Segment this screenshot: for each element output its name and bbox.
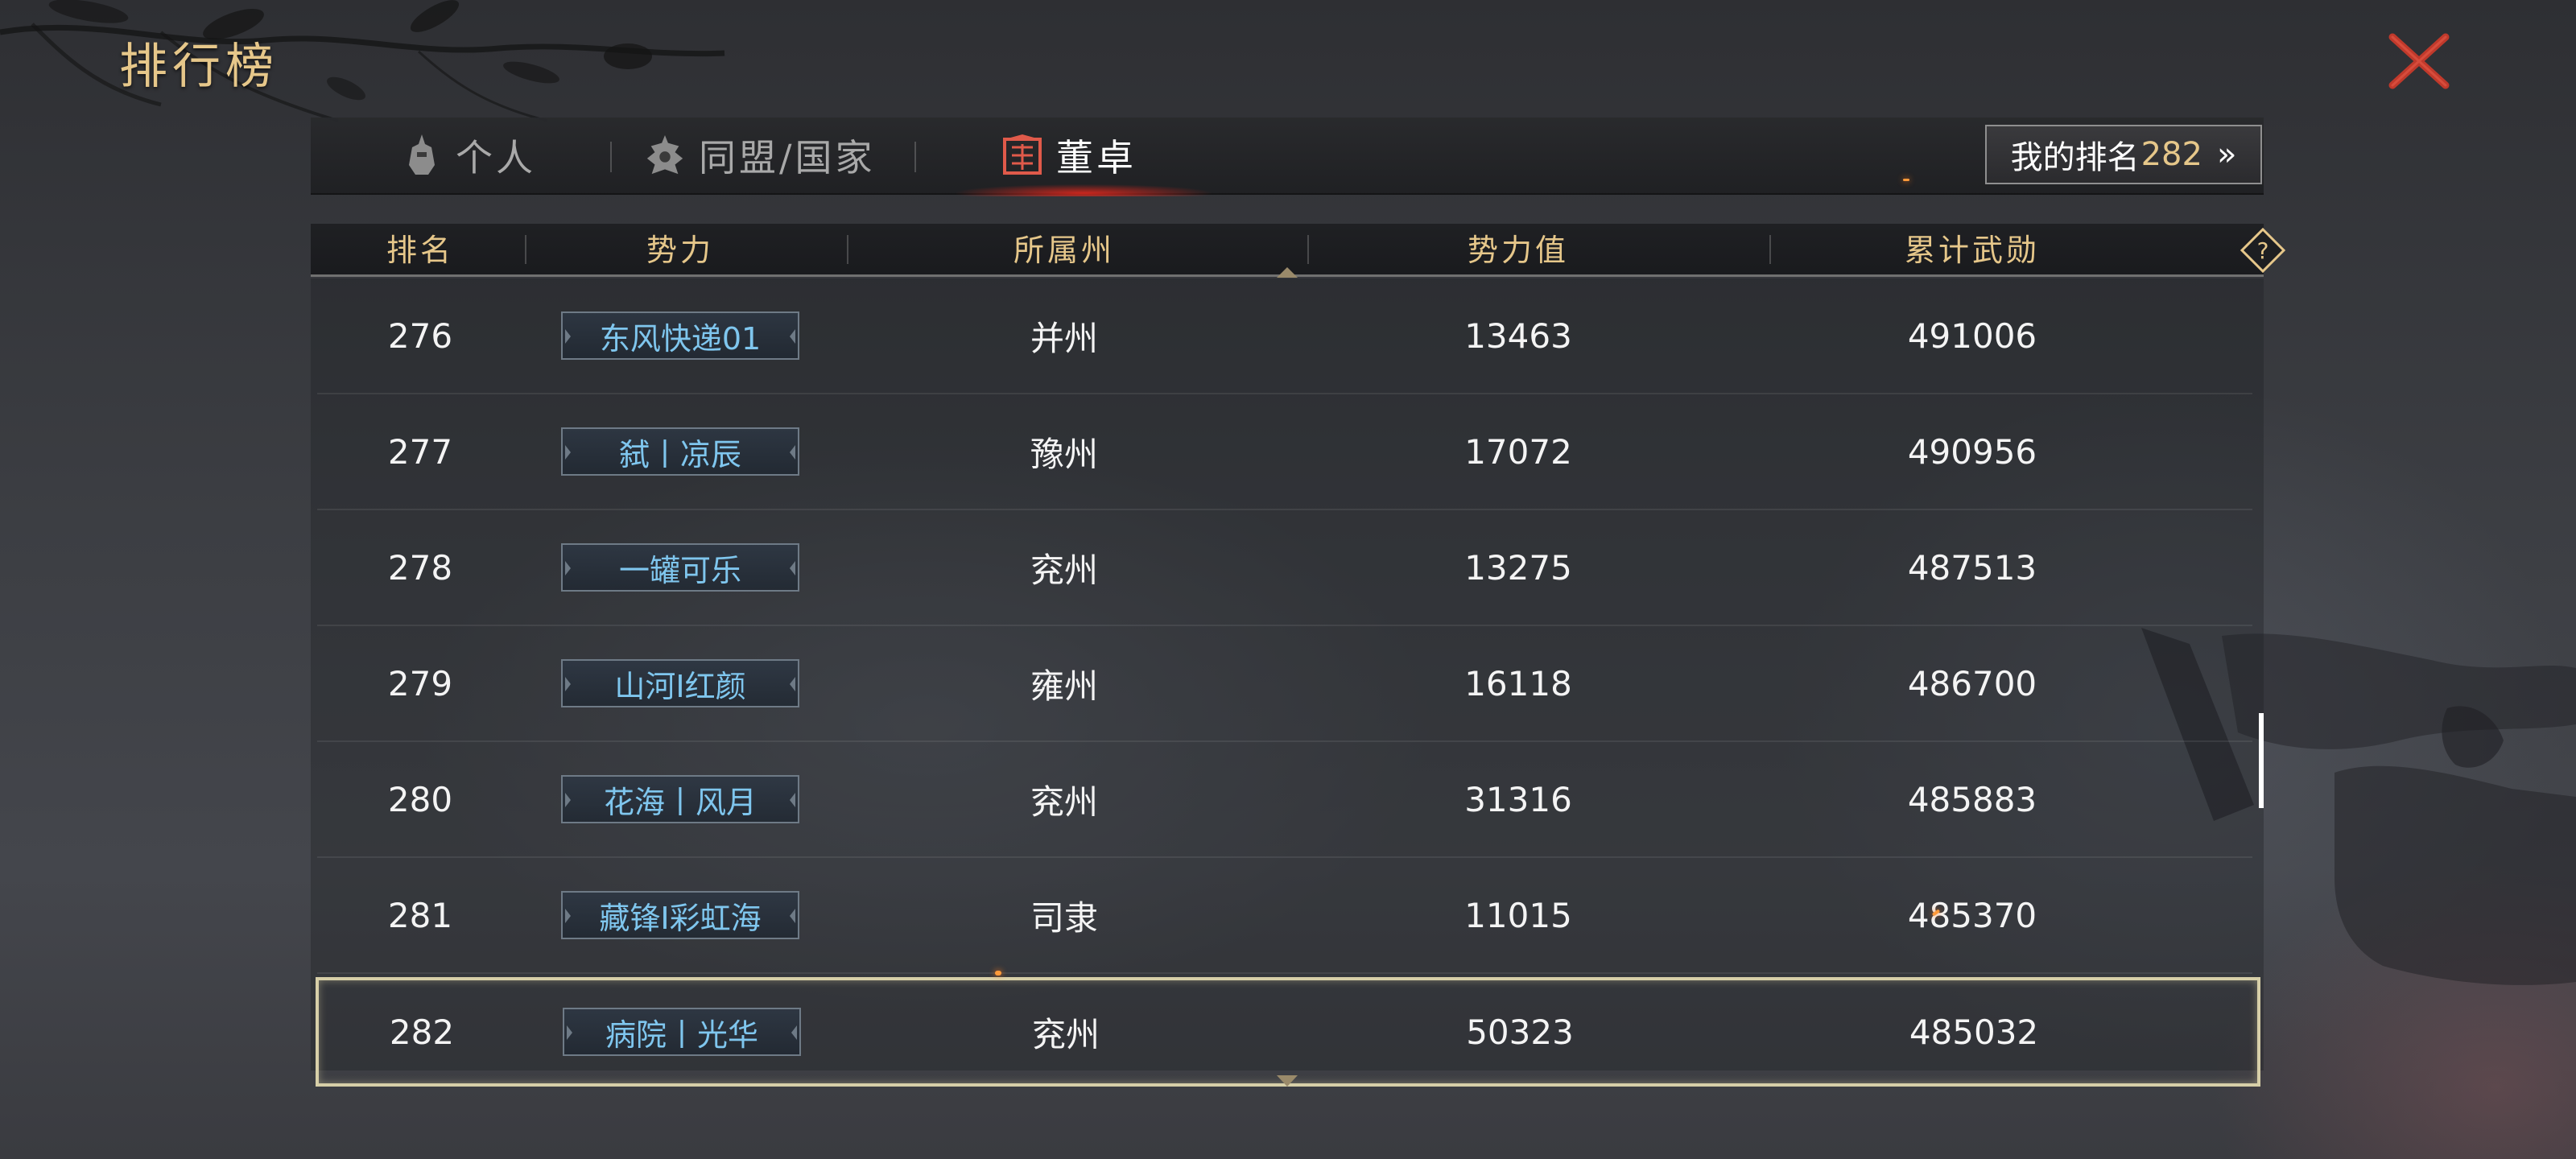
rank-cell: 282 <box>389 1012 455 1052</box>
tab-dongzhuo-label: 董卓 <box>1056 136 1137 179</box>
close-icon[interactable] <box>2383 29 2455 93</box>
power-value-cell: 17072 <box>1464 431 1572 472</box>
double-chevron-right-icon: » <box>2216 136 2237 173</box>
rank-cell: 278 <box>387 547 453 588</box>
power-value-cell: 13275 <box>1464 547 1572 588</box>
ranking-table[interactable]: 276 东风快递01 并州 13463 491006 277 弑丨凉辰 豫州 1… <box>311 278 2264 1087</box>
power-value-cell: 31316 <box>1464 779 1572 819</box>
help-icon-glyph: ? <box>2257 237 2269 264</box>
column-header-power-value: 势力值 <box>1467 233 1569 268</box>
tab-bar: 个人 同盟/国家 董卓 <box>311 118 2264 196</box>
faction-name-tag[interactable]: 山河I红颜 <box>561 659 799 707</box>
power-value-cell: 16118 <box>1464 663 1572 703</box>
my-rank-value: 282 <box>2140 136 2202 173</box>
tab-alliance-label: 同盟/国家 <box>699 136 876 179</box>
power-value-cell: 11015 <box>1464 895 1572 935</box>
state-cell: 兖州 <box>1031 1014 1100 1054</box>
column-header-merit: 累计武勋 <box>1904 233 2040 268</box>
tab-dongzhuo[interactable]: 董卓 <box>1001 118 1137 193</box>
helmet-icon <box>401 131 443 179</box>
column-header-rank: 排名 <box>386 233 454 268</box>
ember-spark-decoration <box>1903 179 1909 181</box>
scroll-up-arrow-icon <box>1277 267 1298 278</box>
state-cell: 并州 <box>1030 318 1098 358</box>
rank-cell: 281 <box>387 895 453 935</box>
help-icon[interactable]: ? <box>2240 227 2286 274</box>
faction-name-tag[interactable]: 藏锋I彩虹海 <box>561 891 799 939</box>
warship-icon <box>644 131 686 179</box>
tab-divider <box>610 142 612 172</box>
faction-cell: 弑丨凉辰 <box>523 394 837 509</box>
state-cell: 雍州 <box>1030 666 1098 706</box>
faction-cell: 东风快递01 <box>523 278 837 393</box>
my-rank-button[interactable]: 我的排名 282 » <box>1985 125 2262 184</box>
merit-cell: 485883 <box>1907 779 2037 819</box>
table-row[interactable]: 276 东风快递01 并州 13463 491006 <box>317 278 2252 394</box>
power-value-cell: 50323 <box>1466 1012 1574 1052</box>
rank-cell: 280 <box>387 779 453 819</box>
faction-name-tag[interactable]: 弑丨凉辰 <box>561 427 799 476</box>
scrollbar-thumb[interactable] <box>2259 713 2264 808</box>
merit-cell: 485032 <box>1909 1012 2039 1052</box>
merit-cell: 486700 <box>1907 663 2037 703</box>
faction-name-tag[interactable]: 病院丨光华 <box>563 1008 801 1056</box>
faction-cell: 一罐可乐 <box>523 510 837 625</box>
state-cell: 兖州 <box>1030 782 1098 822</box>
tab-personal[interactable]: 个人 <box>401 118 536 193</box>
faction-cell: 病院丨光华 <box>525 980 839 1083</box>
rank-cell: 279 <box>387 663 453 703</box>
faction-cell: 花海丨风月 <box>523 742 837 856</box>
faction-cell: 山河I红颜 <box>523 626 837 740</box>
merit-cell: 491006 <box>1907 316 2037 356</box>
rank-cell: 277 <box>387 431 453 472</box>
table-row-selected[interactable]: 282 病院丨光华 兖州 50323 485032 <box>316 977 2260 1087</box>
state-cell: 兖州 <box>1030 550 1098 590</box>
faction-name-tag[interactable]: 东风快递01 <box>561 311 799 360</box>
faction-name-tag[interactable]: 花海丨风月 <box>561 775 799 823</box>
tab-divider <box>914 142 916 172</box>
column-header-state: 所属州 <box>1013 233 1115 268</box>
faction-cell: 藏锋I彩虹海 <box>523 858 837 972</box>
power-value-cell: 13463 <box>1464 316 1572 356</box>
state-cell: 豫州 <box>1030 434 1098 474</box>
state-cell: 司隶 <box>1030 897 1098 938</box>
rank-cell: 276 <box>387 316 453 356</box>
table-row[interactable]: 279 山河I红颜 雍州 16118 486700 <box>317 626 2252 742</box>
tab-personal-label: 个人 <box>456 136 536 179</box>
table-row[interactable]: 278 一罐可乐 兖州 13275 487513 <box>317 510 2252 626</box>
faction-name-tag[interactable]: 一罐可乐 <box>561 543 799 592</box>
banner-icon <box>1001 131 1043 179</box>
ember-spark-decoration <box>995 971 1001 975</box>
page-title: 排行榜 <box>119 39 279 95</box>
scroll-down-arrow-icon <box>1277 1075 1298 1087</box>
merit-cell: 490956 <box>1907 431 2037 472</box>
table-row[interactable]: 277 弑丨凉辰 豫州 17072 490956 <box>317 394 2252 510</box>
merit-cell: 485370 <box>1907 895 2037 935</box>
table-row[interactable]: 281 藏锋I彩虹海 司隶 11015 485370 <box>317 858 2252 974</box>
merit-cell: 487513 <box>1907 547 2037 588</box>
my-rank-label: 我的排名 <box>2010 139 2140 176</box>
table-row[interactable]: 280 花海丨风月 兖州 31316 485883 <box>317 742 2252 858</box>
tab-alliance-country[interactable]: 同盟/国家 <box>644 118 876 193</box>
column-header-faction: 势力 <box>646 233 714 268</box>
